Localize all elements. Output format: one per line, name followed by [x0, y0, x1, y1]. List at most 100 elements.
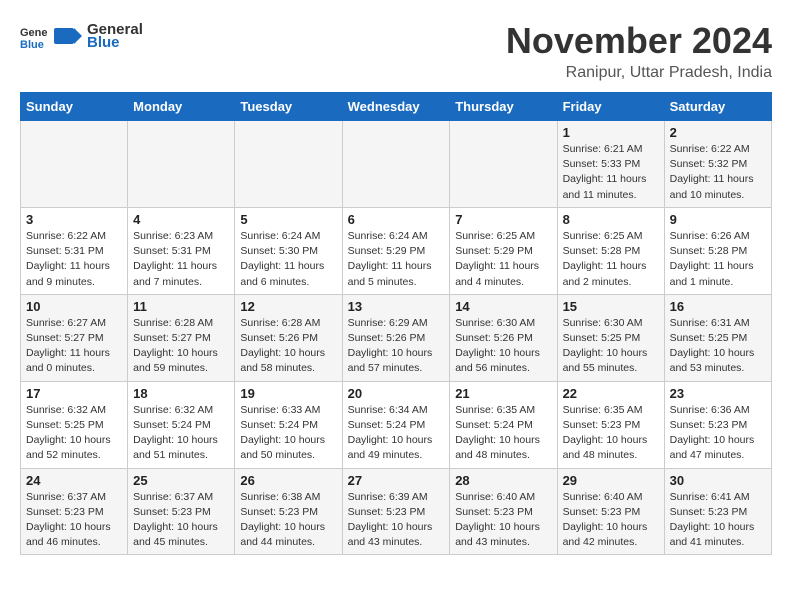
- svg-text:General: General: [20, 27, 48, 39]
- day-cell: 23 Sunrise: 6:36 AM Sunset: 5:23 PM Dayli…: [664, 381, 771, 468]
- day-cell: 1Sunrise: 6:21 AM Sunset: 5:33 PM Daylig…: [557, 121, 664, 208]
- day-info: Sunrise: 6:30 AM Sunset: 5:26 PM Dayligh…: [455, 316, 551, 377]
- day-info: Sunrise: 6:25 AM Sunset: 5:28 PM Dayligh…: [563, 229, 659, 290]
- day-cell: [342, 121, 450, 208]
- day-cell: [235, 121, 342, 208]
- day-cell: 2 Sunrise: 6:22 AM Sunset: 5:32 PM Daylig…: [664, 121, 771, 208]
- weekday-header-sunday: Sunday: [21, 93, 128, 121]
- logo-graphic: [52, 20, 84, 52]
- weekday-header-wednesday: Wednesday: [342, 93, 450, 121]
- day-info: Sunrise: 6:38 AM Sunset: 5:23 PM Dayligh…: [240, 490, 336, 551]
- day-cell: 6 Sunrise: 6:24 AM Sunset: 5:29 PM Daylig…: [342, 207, 450, 294]
- day-number: 4: [133, 212, 229, 227]
- day-cell: 26 Sunrise: 6:38 AM Sunset: 5:23 PM Dayli…: [235, 468, 342, 555]
- day-number: 24: [26, 473, 122, 488]
- day-info: Sunrise: 6:32 AM Sunset: 5:24 PM Dayligh…: [133, 403, 229, 464]
- day-cell: 15 Sunrise: 6:30 AM Sunset: 5:25 PM Dayli…: [557, 294, 664, 381]
- day-number: 20: [348, 386, 445, 401]
- day-number: 23: [670, 386, 766, 401]
- day-cell: 24 Sunrise: 6:37 AM Sunset: 5:23 PM Dayli…: [21, 468, 128, 555]
- header: General Blue General Blue November 2024 …: [20, 20, 772, 82]
- day-info: Sunrise: 6:35 AM Sunset: 5:23 PM Dayligh…: [563, 403, 659, 464]
- weekday-header-tuesday: Tuesday: [235, 93, 342, 121]
- day-cell: [21, 121, 128, 208]
- day-info: Sunrise: 6:30 AM Sunset: 5:25 PM Dayligh…: [563, 316, 659, 377]
- weekday-header-saturday: Saturday: [664, 93, 771, 121]
- day-info: Sunrise: 6:26 AM Sunset: 5:28 PM Dayligh…: [670, 229, 766, 290]
- day-number: 15: [563, 299, 659, 314]
- day-number: 7: [455, 212, 551, 227]
- logo-icon: General Blue: [20, 22, 48, 50]
- weekday-header-thursday: Thursday: [450, 93, 557, 121]
- day-number: 10: [26, 299, 122, 314]
- week-row-5: 24 Sunrise: 6:37 AM Sunset: 5:23 PM Dayli…: [21, 468, 772, 555]
- day-info: Sunrise: 6:37 AM Sunset: 5:23 PM Dayligh…: [26, 490, 122, 551]
- day-cell: 22 Sunrise: 6:35 AM Sunset: 5:23 PM Dayli…: [557, 381, 664, 468]
- day-number: 13: [348, 299, 445, 314]
- day-cell: 25Sunrise: 6:37 AM Sunset: 5:23 PM Dayli…: [128, 468, 235, 555]
- day-number: 8: [563, 212, 659, 227]
- day-number: 26: [240, 473, 336, 488]
- day-cell: 9 Sunrise: 6:26 AM Sunset: 5:28 PM Daylig…: [664, 207, 771, 294]
- title-area: November 2024 Ranipur, Uttar Pradesh, In…: [506, 20, 772, 82]
- day-cell: 7Sunrise: 6:25 AM Sunset: 5:29 PM Daylig…: [450, 207, 557, 294]
- svg-text:Blue: Blue: [20, 39, 44, 50]
- week-row-1: 1Sunrise: 6:21 AM Sunset: 5:33 PM Daylig…: [21, 121, 772, 208]
- day-info: Sunrise: 6:24 AM Sunset: 5:29 PM Dayligh…: [348, 229, 445, 290]
- day-cell: 14Sunrise: 6:30 AM Sunset: 5:26 PM Dayli…: [450, 294, 557, 381]
- weekday-header-row: SundayMondayTuesdayWednesdayThursdayFrid…: [21, 93, 772, 121]
- day-cell: 30Sunrise: 6:41 AM Sunset: 5:23 PM Dayli…: [664, 468, 771, 555]
- day-number: 28: [455, 473, 551, 488]
- day-info: Sunrise: 6:40 AM Sunset: 5:23 PM Dayligh…: [563, 490, 659, 551]
- day-number: 29: [563, 473, 659, 488]
- day-cell: 27 Sunrise: 6:39 AM Sunset: 5:23 PM Dayli…: [342, 468, 450, 555]
- day-cell: 20 Sunrise: 6:34 AM Sunset: 5:24 PM Dayli…: [342, 381, 450, 468]
- week-row-4: 17 Sunrise: 6:32 AM Sunset: 5:25 PM Dayli…: [21, 381, 772, 468]
- day-number: 3: [26, 212, 122, 227]
- day-number: 6: [348, 212, 445, 227]
- day-cell: 10Sunrise: 6:27 AM Sunset: 5:27 PM Dayli…: [21, 294, 128, 381]
- day-info: Sunrise: 6:28 AM Sunset: 5:26 PM Dayligh…: [240, 316, 336, 377]
- day-info: Sunrise: 6:32 AM Sunset: 5:25 PM Dayligh…: [26, 403, 122, 464]
- day-cell: 5 Sunrise: 6:24 AM Sunset: 5:30 PM Daylig…: [235, 207, 342, 294]
- month-title: November 2024: [506, 20, 772, 62]
- day-number: 25: [133, 473, 229, 488]
- day-info: Sunrise: 6:40 AM Sunset: 5:23 PM Dayligh…: [455, 490, 551, 551]
- day-number: 22: [563, 386, 659, 401]
- day-number: 21: [455, 386, 551, 401]
- day-info: Sunrise: 6:22 AM Sunset: 5:31 PM Dayligh…: [26, 229, 122, 290]
- day-cell: 21Sunrise: 6:35 AM Sunset: 5:24 PM Dayli…: [450, 381, 557, 468]
- day-cell: [128, 121, 235, 208]
- day-number: 18: [133, 386, 229, 401]
- day-info: Sunrise: 6:36 AM Sunset: 5:23 PM Dayligh…: [670, 403, 766, 464]
- day-cell: 19Sunrise: 6:33 AM Sunset: 5:24 PM Dayli…: [235, 381, 342, 468]
- day-info: Sunrise: 6:24 AM Sunset: 5:30 PM Dayligh…: [240, 229, 336, 290]
- day-number: 17: [26, 386, 122, 401]
- day-cell: 16 Sunrise: 6:31 AM Sunset: 5:25 PM Dayli…: [664, 294, 771, 381]
- day-number: 27: [348, 473, 445, 488]
- day-info: Sunrise: 6:23 AM Sunset: 5:31 PM Dayligh…: [133, 229, 229, 290]
- day-number: 11: [133, 299, 229, 314]
- day-info: Sunrise: 6:22 AM Sunset: 5:32 PM Dayligh…: [670, 142, 766, 203]
- day-number: 5: [240, 212, 336, 227]
- week-row-2: 3 Sunrise: 6:22 AM Sunset: 5:31 PM Daylig…: [21, 207, 772, 294]
- day-cell: 4 Sunrise: 6:23 AM Sunset: 5:31 PM Daylig…: [128, 207, 235, 294]
- day-cell: 17 Sunrise: 6:32 AM Sunset: 5:25 PM Dayli…: [21, 381, 128, 468]
- calendar-table: SundayMondayTuesdayWednesdayThursdayFrid…: [20, 92, 772, 555]
- day-cell: 29 Sunrise: 6:40 AM Sunset: 5:23 PM Dayli…: [557, 468, 664, 555]
- day-info: Sunrise: 6:41 AM Sunset: 5:23 PM Dayligh…: [670, 490, 766, 551]
- day-number: 2: [670, 125, 766, 140]
- day-cell: 11Sunrise: 6:28 AM Sunset: 5:27 PM Dayli…: [128, 294, 235, 381]
- day-info: Sunrise: 6:34 AM Sunset: 5:24 PM Dayligh…: [348, 403, 445, 464]
- day-number: 1: [563, 125, 659, 140]
- day-cell: 28 Sunrise: 6:40 AM Sunset: 5:23 PM Dayli…: [450, 468, 557, 555]
- day-cell: 8 Sunrise: 6:25 AM Sunset: 5:28 PM Daylig…: [557, 207, 664, 294]
- day-info: Sunrise: 6:33 AM Sunset: 5:24 PM Dayligh…: [240, 403, 336, 464]
- day-info: Sunrise: 6:31 AM Sunset: 5:25 PM Dayligh…: [670, 316, 766, 377]
- day-info: Sunrise: 6:39 AM Sunset: 5:23 PM Dayligh…: [348, 490, 445, 551]
- day-number: 16: [670, 299, 766, 314]
- day-cell: [450, 121, 557, 208]
- day-cell: 12Sunrise: 6:28 AM Sunset: 5:26 PM Dayli…: [235, 294, 342, 381]
- day-number: 9: [670, 212, 766, 227]
- day-cell: 18 Sunrise: 6:32 AM Sunset: 5:24 PM Dayli…: [128, 381, 235, 468]
